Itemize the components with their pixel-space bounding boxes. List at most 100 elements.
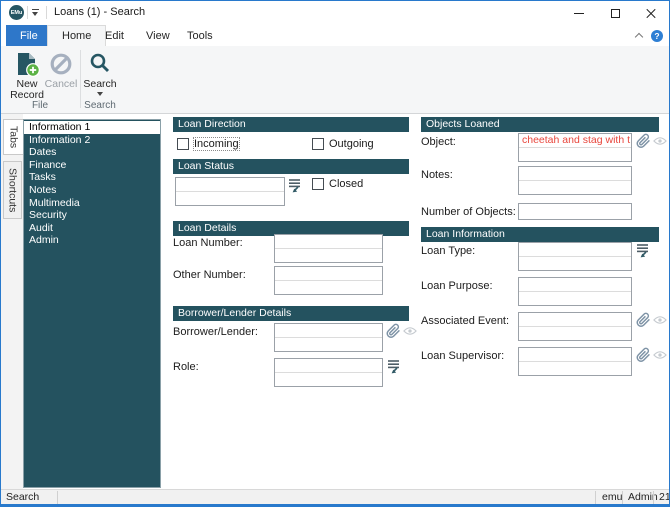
number-of-objects-label: Number of Objects: (421, 206, 516, 218)
role-value (275, 359, 382, 373)
new-record-button[interactable]: New Record (7, 49, 47, 101)
close-button[interactable] (633, 1, 669, 25)
search-form: Loan Direction Incoming Outgoing Loan St… (169, 114, 669, 490)
tab-edit[interactable]: Edit (91, 25, 138, 46)
number-of-objects-input[interactable] (518, 203, 632, 220)
loan-type-value (519, 243, 631, 257)
ribbon-group-search: Search (84, 100, 116, 111)
ribbon-collapse-icon[interactable] (635, 32, 643, 40)
object-value: cheetah and stag with t... (519, 134, 631, 148)
cancel-button[interactable]: Cancel (43, 49, 79, 101)
object-input[interactable]: cheetah and stag with t... (518, 133, 632, 162)
borrower-lender-label: Borrower/Lender: (173, 326, 258, 338)
loan-status-value (176, 178, 284, 192)
status-divider (57, 491, 58, 504)
loan-number-label: Loan Number: (173, 237, 243, 249)
status-divider (653, 491, 654, 504)
window-title: Loans (1) - Search (54, 6, 146, 18)
titlebar-divider (27, 6, 28, 19)
view-attachment-icon[interactable] (653, 350, 667, 363)
sidebar-item-information-1[interactable]: Information 1 (24, 121, 160, 134)
app-window: EMu Loans (1) - Search File Home Edit Vi… (0, 0, 670, 507)
ribbon: New Record Cancel Search File Search (1, 46, 669, 114)
section-borrower-lender: Borrower/Lender Details (173, 306, 409, 321)
maximize-icon (610, 8, 620, 18)
status-bar: Search emu Admin 21042 (1, 489, 669, 504)
borrower-lender-input[interactable] (274, 323, 383, 352)
notes-value (519, 167, 631, 181)
section-loan-direction: Loan Direction (173, 117, 409, 132)
tab-file[interactable]: File (6, 25, 52, 46)
associated-event-input[interactable] (518, 312, 632, 341)
incoming-label: Incoming (193, 137, 240, 151)
attach-icon[interactable] (386, 323, 401, 342)
help-icon[interactable] (651, 29, 663, 42)
emu-logo-icon: EMu (9, 5, 24, 20)
closed-label: Closed (329, 178, 364, 190)
search-label: Search (83, 78, 117, 90)
attach-icon[interactable] (636, 133, 651, 152)
role-input[interactable] (274, 358, 383, 387)
attach-icon[interactable] (636, 347, 651, 366)
sidebar-item-tasks[interactable]: Tasks (24, 171, 160, 184)
sidebar-item-finance[interactable]: Finance (24, 159, 160, 172)
sidebar-item-multimedia[interactable]: Multimedia (24, 197, 160, 210)
quick-access-dropdown-icon[interactable] (31, 9, 40, 17)
loan-supervisor-value (519, 348, 631, 362)
loan-status-input[interactable] (175, 177, 285, 206)
view-attachment-icon[interactable] (653, 315, 667, 328)
lookup-list-icon[interactable] (636, 243, 649, 261)
sidebar-item-admin[interactable]: Admin (24, 234, 160, 247)
loan-number-input[interactable] (274, 234, 383, 263)
maximize-button[interactable] (597, 1, 633, 25)
other-number-label: Other Number: (173, 269, 246, 281)
loan-supervisor-label: Loan Supervisor: (421, 350, 505, 362)
status-number: 21042 (659, 491, 670, 503)
cancel-icon (50, 53, 72, 75)
minimize-button[interactable] (561, 1, 597, 25)
attach-icon[interactable] (636, 312, 651, 331)
sidebar-item-notes[interactable]: Notes (24, 184, 160, 197)
search-button[interactable]: Search (82, 49, 118, 101)
loan-number-value (275, 235, 382, 249)
section-loan-status: Loan Status (173, 159, 409, 174)
notes-input[interactable] (518, 166, 632, 195)
sidebar-item-dates[interactable]: Dates (24, 146, 160, 159)
section-objects-loaned: Objects Loaned (421, 117, 659, 132)
ribbon-group-file: File (31, 100, 49, 111)
lookup-list-icon[interactable] (288, 178, 301, 196)
lookup-list-icon[interactable] (387, 359, 400, 377)
loan-type-input[interactable] (518, 242, 632, 271)
other-number-input[interactable] (274, 266, 383, 295)
outgoing-label: Outgoing (329, 138, 374, 150)
incoming-checkbox[interactable] (177, 138, 189, 150)
object-label: Object: (421, 136, 456, 148)
closed-checkbox[interactable] (312, 178, 324, 190)
close-icon (646, 8, 656, 18)
emu-logo-text: EMu (10, 9, 23, 16)
loan-supervisor-input[interactable] (518, 347, 632, 376)
sidebar-item-security[interactable]: Security (24, 209, 160, 222)
view-attachment-icon[interactable] (403, 326, 417, 339)
side-tab-shortcuts[interactable]: Shortcuts (3, 161, 22, 220)
notes-label: Notes: (421, 169, 453, 181)
search-dropdown-icon (97, 92, 103, 96)
titlebar-divider (46, 6, 47, 19)
associated-event-label: Associated Event: (421, 315, 510, 327)
ribbon-group-divider (80, 50, 81, 108)
sidebar-item-audit[interactable]: Audit (24, 222, 160, 235)
cancel-label: Cancel (44, 78, 78, 90)
sidebar-item-information-2[interactable]: Information 2 (24, 134, 160, 147)
title-bar: EMu Loans (1) - Search (1, 1, 669, 25)
side-tab-tabs[interactable]: Tabs (3, 119, 23, 156)
loan-purpose-label: Loan Purpose: (421, 280, 493, 292)
side-tab-strip: Tabs Shortcuts (1, 114, 23, 490)
loan-purpose-input[interactable] (518, 277, 632, 306)
outgoing-checkbox[interactable] (312, 138, 324, 150)
tab-tools[interactable]: Tools (173, 25, 227, 46)
number-of-objects-value (519, 204, 631, 219)
view-attachment-icon[interactable] (653, 136, 667, 149)
loan-type-label: Loan Type: (421, 245, 476, 257)
borrower-lender-value (275, 324, 382, 338)
search-icon (90, 53, 110, 73)
